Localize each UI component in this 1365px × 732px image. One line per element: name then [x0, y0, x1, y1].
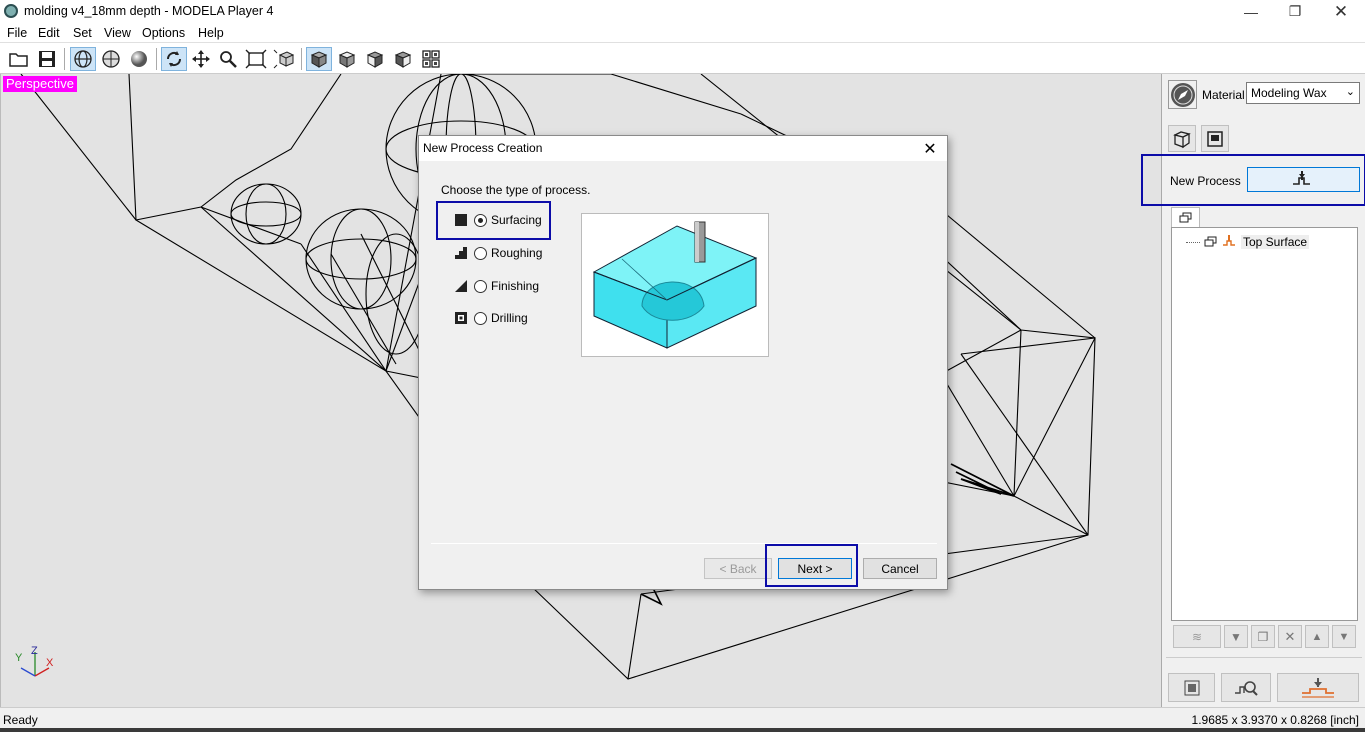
move-down-icon[interactable]: ▼	[1332, 625, 1356, 648]
add-process-icon[interactable]: ≋	[1173, 625, 1221, 648]
menu-view[interactable]: View	[104, 26, 131, 40]
model-view-icon[interactable]	[1168, 125, 1196, 152]
dialog-title-bar: New Process Creation ✕	[419, 136, 947, 161]
edit-process-icon[interactable]: ▼	[1224, 625, 1248, 648]
stock-view-icon[interactable]	[1201, 125, 1229, 152]
stack-icon	[1179, 212, 1191, 222]
dialog-prompt: Choose the type of process.	[441, 183, 591, 197]
drilling-icon	[455, 312, 467, 324]
option-label: Drilling	[491, 311, 528, 325]
fit-icon[interactable]	[243, 47, 269, 71]
dialog-divider	[431, 543, 937, 544]
preview-cutting-icon[interactable]	[1221, 673, 1271, 702]
axis-z-label: Z	[31, 645, 38, 657]
option-roughing[interactable]: Roughing	[455, 244, 542, 262]
menu-edit[interactable]: Edit	[38, 26, 60, 40]
radio-drilling[interactable]	[474, 311, 487, 325]
new-process-label: New Process	[1170, 174, 1241, 188]
solid-view-icon[interactable]	[126, 47, 152, 71]
process-panel: Material Modeling Wax ⌄ New Process Top …	[1141, 74, 1365, 707]
app-icon	[4, 4, 18, 18]
front-view-icon[interactable]	[306, 47, 332, 71]
roughing-icon	[455, 247, 467, 259]
close-button[interactable]: ✕	[1318, 0, 1364, 23]
new-process-dialog: New Process Creation ✕ Choose the type o…	[418, 135, 948, 590]
finishing-icon	[455, 280, 467, 292]
restore-button[interactable]: ❐	[1272, 0, 1318, 23]
new-process-icon	[1292, 170, 1310, 185]
save-icon[interactable]	[34, 47, 60, 71]
option-label: Finishing	[491, 279, 540, 293]
tree-item-label: Top Surface	[1241, 235, 1310, 249]
radio-surfacing[interactable]	[474, 213, 487, 227]
top-view-icon[interactable]	[334, 47, 360, 71]
cancel-button[interactable]: Cancel	[863, 558, 937, 579]
copy-process-icon[interactable]: ❐	[1251, 625, 1275, 648]
zoom-box-icon[interactable]	[271, 47, 297, 71]
process-preview-image	[581, 213, 769, 357]
view-mode-label: Perspective	[3, 76, 77, 92]
next-button[interactable]: Next >	[778, 558, 852, 579]
stock-icon[interactable]	[1168, 673, 1215, 702]
option-label: Roughing	[491, 246, 543, 260]
axis-gizmo	[20, 652, 50, 677]
option-finishing[interactable]: Finishing	[455, 277, 539, 295]
menu-options[interactable]: Options	[142, 26, 185, 40]
delete-process-icon[interactable]: ✕	[1278, 625, 1302, 648]
surface-view-icon[interactable]	[98, 47, 124, 71]
material-select-value: Modeling Wax	[1251, 86, 1327, 100]
model-dimensions: 1.9685 x 3.9370 x 0.8268 [inch]	[1191, 713, 1359, 727]
radio-roughing[interactable]	[474, 246, 487, 260]
taskbar-edge	[0, 728, 1365, 732]
title-bar: molding v4_18mm depth - MODELA Player 4 …	[0, 0, 1365, 23]
axis-x-label: X	[46, 657, 54, 669]
chevron-down-icon: ⌄	[1345, 86, 1355, 98]
back-button[interactable]: < Back	[704, 558, 772, 579]
open-folder-icon[interactable]	[6, 47, 32, 71]
menu-file[interactable]: File	[7, 26, 27, 40]
right-view-icon[interactable]	[362, 47, 388, 71]
menu-bar: File Edit Set View Options Help	[0, 23, 1365, 43]
cut-icon[interactable]	[1277, 673, 1359, 702]
tree-tab[interactable]	[1171, 207, 1200, 227]
menu-set[interactable]: Set	[73, 26, 92, 40]
new-process-button[interactable]	[1247, 167, 1360, 192]
rotate-icon[interactable]	[161, 47, 187, 71]
radio-finishing[interactable]	[474, 279, 487, 293]
option-label: Surfacing	[491, 213, 542, 227]
process-icon	[1223, 235, 1235, 246]
minimize-button[interactable]: —	[1228, 0, 1274, 23]
toolbar	[0, 44, 1365, 74]
iso-view-icon[interactable]	[390, 47, 416, 71]
process-tree[interactable]: Top Surface	[1171, 227, 1358, 621]
wireframe-view-icon[interactable]	[70, 47, 96, 71]
compass-icon[interactable]	[1168, 80, 1197, 109]
surfacing-icon	[455, 214, 467, 226]
zoom-icon[interactable]	[215, 47, 241, 71]
status-text: Ready	[3, 713, 38, 727]
four-views-icon[interactable]	[418, 47, 444, 71]
stack-icon	[1204, 236, 1217, 247]
option-surfacing[interactable]: Surfacing	[455, 211, 542, 229]
move-up-icon[interactable]: ▲	[1305, 625, 1329, 648]
option-drilling[interactable]: Drilling	[455, 309, 528, 327]
dialog-close-button[interactable]: ✕	[919, 138, 941, 159]
pan-icon[interactable]	[188, 47, 214, 71]
dialog-title: New Process Creation	[423, 141, 543, 155]
material-label: Material	[1202, 88, 1245, 102]
window-title: molding v4_18mm depth - MODELA Player 4	[24, 4, 274, 18]
axis-y-label: Y	[15, 652, 23, 664]
tree-item[interactable]: Top Surface	[1186, 234, 1310, 250]
material-select[interactable]: Modeling Wax ⌄	[1246, 82, 1360, 104]
menu-help[interactable]: Help	[198, 26, 224, 40]
